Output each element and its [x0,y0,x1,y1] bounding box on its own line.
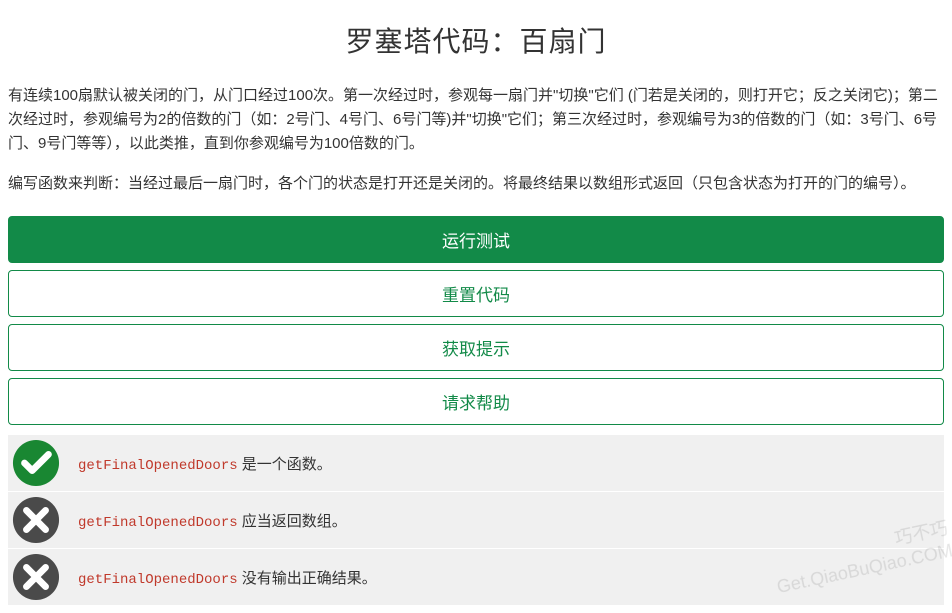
action-buttons: 运行测试 重置代码 获取提示 请求帮助 [8,216,944,425]
problem-description: 有连续100扇默认被关闭的门，从门口经过100次。第一次经过时，参观每一扇门并"… [8,84,944,196]
pass-icon [12,439,60,487]
fail-icon [12,553,60,601]
test-result-row: getFinalOpenedDoors 应当返回数组。 [8,491,944,548]
description-paragraph-2: 编写函数来判断：当经过最后一扇门时，各个门的状态是打开还是关闭的。将最终结果以数… [8,172,944,196]
test-result-text: getFinalOpenedDoors 应当返回数组。 [78,510,347,531]
description-paragraph-1: 有连续100扇默认被关闭的门，从门口经过100次。第一次经过时，参观每一扇门并"… [8,84,944,156]
test-result-text: getFinalOpenedDoors 没有输出正确结果。 [78,567,377,588]
test-results: getFinalOpenedDoors 是一个函数。 getFinalOpene… [8,435,944,605]
test-result-row: getFinalOpenedDoors 没有输出正确结果。 [8,548,944,605]
fail-icon [12,496,60,544]
code-identifier: getFinalOpenedDoors [78,515,238,531]
test-result-row: getFinalOpenedDoors 是一个函数。 [8,435,944,491]
code-identifier: getFinalOpenedDoors [78,572,238,588]
request-help-button[interactable]: 请求帮助 [8,378,944,425]
code-identifier: getFinalOpenedDoors [78,458,238,474]
get-hint-button[interactable]: 获取提示 [8,324,944,371]
run-tests-button[interactable]: 运行测试 [8,216,944,263]
test-result-text: getFinalOpenedDoors 是一个函数。 [78,453,332,474]
reset-code-button[interactable]: 重置代码 [8,270,944,317]
page-title: 罗塞塔代码：百扇门 [8,20,944,60]
